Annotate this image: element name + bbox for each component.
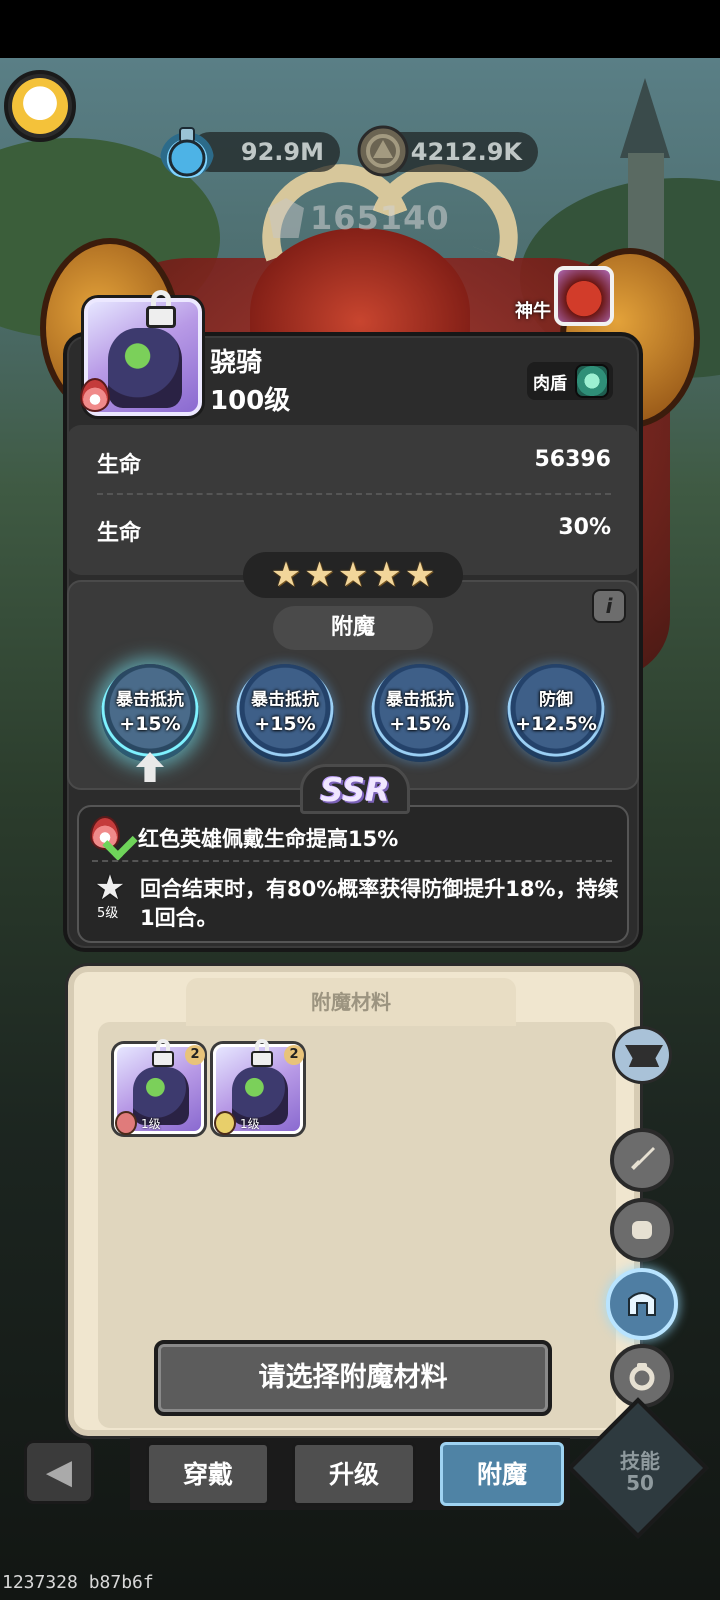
helmet-icon[interactable] xyxy=(606,1268,678,1340)
fire-element-icon xyxy=(80,378,110,412)
divider xyxy=(92,860,612,862)
star-rating: ★ ★ ★ ★ ★ xyxy=(243,552,463,598)
potion-icon xyxy=(160,124,214,178)
divider xyxy=(97,493,611,495)
star-icon: ★ xyxy=(371,555,402,595)
skill-text: 红色英雄佩戴生命提高15% xyxy=(138,827,399,851)
stat-label: 生命 xyxy=(97,521,142,546)
hero-level: 100级 xyxy=(210,386,291,416)
select-material-button[interactable]: 请选择附魔材料 xyxy=(154,1340,552,1416)
enchant-slot-value: +12.5% xyxy=(515,712,597,735)
back-arrow-icon[interactable]: ◀ xyxy=(24,1440,94,1504)
material-title: 附魔材料 xyxy=(186,978,516,1026)
shield-role-icon xyxy=(575,364,609,398)
build-code: 1237328 b87b6f xyxy=(2,1572,154,1593)
lock-icon xyxy=(250,1039,274,1067)
info-icon[interactable]: i xyxy=(592,589,626,623)
power-icon xyxy=(268,198,304,238)
tab-enchant[interactable]: 附魔 xyxy=(440,1442,564,1506)
anvil-icon[interactable] xyxy=(612,1026,672,1084)
enchant-slot-name: 防御 xyxy=(539,689,573,710)
enchant-slot-4[interactable]: 防御 +12.5% xyxy=(507,664,605,762)
lock-icon xyxy=(151,1039,175,1067)
star-icon: ★ xyxy=(404,555,436,595)
skill-text: 回合结束时，有80%概率获得防御提升18%，持续 xyxy=(140,877,619,901)
enchant-slot-1[interactable]: 暴击抵抗 +15% xyxy=(101,664,199,762)
enchant-slot-name: 暴击抵抗 xyxy=(116,689,184,710)
role-badge: 肉盾 xyxy=(527,362,613,400)
stat-value: 30% xyxy=(558,515,611,540)
enchant-slot-value: +15% xyxy=(254,712,316,735)
enchant-slot-value: +15% xyxy=(389,712,451,735)
star-icon: ★ xyxy=(304,555,335,595)
power-value: 165140 xyxy=(310,199,450,237)
material-item[interactable]: 2 1级 xyxy=(213,1039,304,1135)
lock-icon[interactable] xyxy=(144,290,178,328)
ring-icon[interactable] xyxy=(610,1344,674,1408)
material-item[interactable]: 2 1级 xyxy=(114,1039,205,1135)
star-icon: ★ xyxy=(94,868,126,908)
duck-icon xyxy=(12,78,68,134)
material-level: 1级 xyxy=(141,1117,161,1131)
knight-icon xyxy=(108,328,182,408)
status-bar xyxy=(0,0,720,58)
skill-text: 1回合。 xyxy=(140,906,218,930)
stat-row: 生命 30% xyxy=(97,515,611,547)
rarity-badge: SSR xyxy=(300,764,410,814)
potion-amount: 92.9M xyxy=(240,138,324,166)
fist-icon[interactable] xyxy=(610,1198,674,1262)
fire-element-icon xyxy=(115,1111,137,1135)
boss-name: 神牛 xyxy=(515,301,551,322)
star-icon: ★ xyxy=(337,555,369,595)
stat-row: 生命 56396 xyxy=(97,447,611,479)
light-element-icon xyxy=(214,1111,236,1135)
talent-name: 技能 xyxy=(620,1449,660,1473)
enchant-slot-name: 暴击抵抗 xyxy=(251,689,319,710)
stat-value: 56396 xyxy=(534,447,611,472)
sword-icon[interactable] xyxy=(610,1128,674,1192)
coin-amount: 4212.9K xyxy=(410,138,522,166)
enchant-slot-name: 暴击抵抗 xyxy=(386,689,454,710)
enchant-slot-3[interactable]: 暴击抵抗 +15% xyxy=(371,664,469,762)
skill-level: 5级 xyxy=(97,906,119,921)
tab-equip[interactable]: 穿戴 xyxy=(146,1442,270,1506)
star-icon: ★ xyxy=(270,555,302,595)
material-level: 1级 xyxy=(240,1117,260,1131)
combat-power: 165140 xyxy=(268,196,450,240)
role-label: 肉盾 xyxy=(533,373,567,394)
stat-label: 生命 xyxy=(97,453,142,478)
talent-label: 技能 50 xyxy=(600,1450,680,1494)
player-avatar[interactable] xyxy=(4,70,76,142)
tab-upgrade[interactable]: 升级 xyxy=(292,1442,416,1506)
enchant-slot-2[interactable]: 暴击抵抗 +15% xyxy=(236,664,334,762)
enchant-title: 附魔 xyxy=(273,606,433,650)
boss-portrait[interactable] xyxy=(554,266,614,326)
hero-name: 骁骑 xyxy=(210,348,263,378)
enchant-slot-value: +15% xyxy=(119,712,181,735)
material-badge: 2 xyxy=(284,1045,304,1065)
coin-icon xyxy=(356,124,410,178)
talent-value: 50 xyxy=(626,1471,654,1495)
material-badge: 2 xyxy=(185,1045,205,1065)
